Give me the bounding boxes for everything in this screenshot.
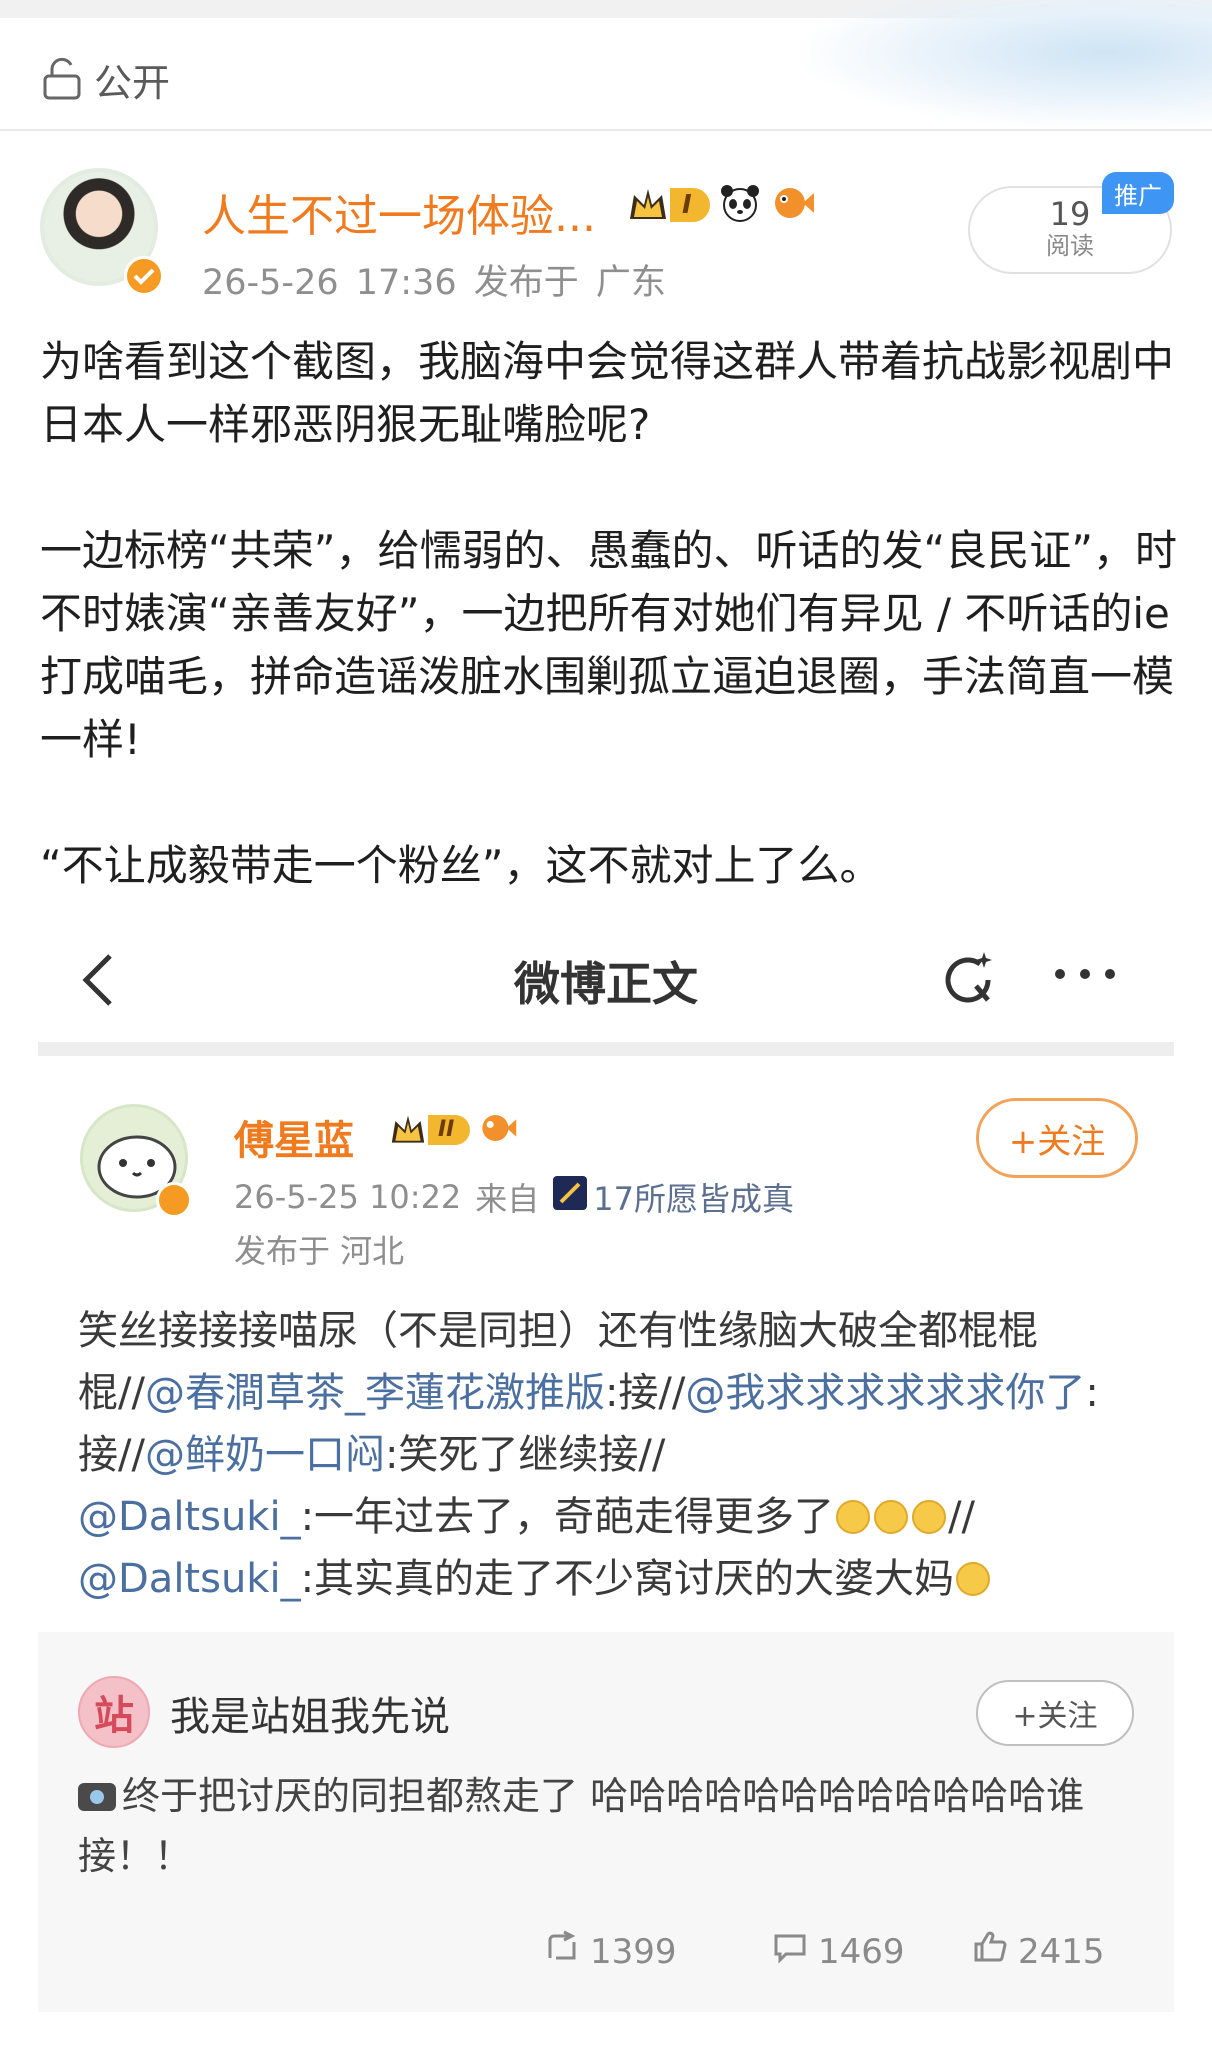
quoted-stats: 1399 1469 2415	[38, 1930, 1174, 1990]
mention-link: @Daltsuki_	[78, 1556, 301, 1602]
lock-open-icon	[42, 56, 82, 104]
more-dots-icon	[1052, 964, 1118, 988]
post-paragraph: “不让成毅带走一个粉丝”，这不就对上了么。	[40, 841, 882, 890]
crown-level-badge-icon: I	[626, 185, 710, 225]
quoted-text-content: 终于把讨厌的同担都熬走了 哈哈哈哈哈哈哈哈哈哈哈哈谁接！！	[78, 1774, 1085, 1878]
post-meta: 26-5-26 17:36 发布于 广东	[202, 254, 666, 305]
post-paragraph	[40, 456, 1180, 519]
screenshot-verified-icon	[156, 1182, 192, 1218]
screenshot-level-badge: II	[428, 1115, 471, 1145]
panda-icon	[718, 183, 762, 227]
text-segment: :其实真的走了不少窝讨厌的大婆大妈	[300, 1556, 955, 1602]
header-decoration	[792, 0, 1212, 129]
comment-stat: 1469	[772, 1930, 905, 1973]
visibility-label: 公开	[94, 61, 171, 105]
post-paragraph: 一边标榜“共荣”，给懦弱的、愚蠢的、听话的发“良民证”，时不时婊演“亲善友好”，…	[40, 526, 1178, 764]
screenshot-follow-button: +关注	[976, 1098, 1138, 1178]
text-segment: :笑死了继续接//	[384, 1432, 666, 1478]
screenshot-author-badges: II	[388, 1110, 518, 1150]
text-segment: :接//	[604, 1370, 686, 1416]
verified-badge-icon	[124, 256, 164, 296]
emoji-icon	[836, 1500, 871, 1534]
post-paragraph: 为啥看到这个截图，我脑海中会觉得这群人带着抗战影视剧中日本人一样邪恶阴狠无耻嘴脸…	[40, 337, 1175, 449]
screenshot-timestamp: 26-5-25 10:22	[234, 1178, 462, 1216]
screenshot-post-text: 笑丝接接接喵尿（不是同担）还有性缘脑大破全都棍棍棍//@春澗草茶_李蓮花激推版:…	[78, 1300, 1138, 1610]
top-bar: 公开	[0, 0, 1212, 131]
post-paragraph	[40, 771, 1180, 834]
read-label: 阅读	[1046, 232, 1094, 260]
post-timestamp: 26-5-26 17:36	[202, 263, 457, 303]
mention-link: @我求求求求求求你了	[685, 1370, 1086, 1416]
emoji-icon	[912, 1500, 947, 1534]
repost-icon	[544, 1930, 580, 1973]
screenshot-source-prefix: 来自	[475, 1180, 540, 1218]
crown-level-badge-icon: II	[388, 1112, 471, 1148]
repost-count: 1399	[590, 1931, 677, 1972]
quoted-text: 终于把讨厌的同担都熬走了 哈哈哈哈哈哈哈哈哈哈哈哈谁接！！	[78, 1766, 1138, 1886]
mention-link: @Daltsuki_	[78, 1494, 301, 1540]
visibility-setting[interactable]: 公开	[42, 52, 170, 107]
screenshot-meta: 26-5-25 10:22 来自 17所愿皆成真	[234, 1174, 794, 1220]
screenshot-author-name: 傅星蓝	[234, 1118, 354, 1164]
repost-stat: 1399	[544, 1930, 677, 1973]
screenshot-source: 17所愿皆成真	[593, 1180, 795, 1218]
refresh-icon	[936, 948, 1000, 1016]
post-body: 为啥看到这个截图，我脑海中会觉得这群人带着抗战影视剧中日本人一样邪恶阴狠无耻嘴脸…	[40, 330, 1180, 897]
quoted-author-name: 我是站姐我先说	[170, 1694, 450, 1740]
level-badge: I	[670, 188, 710, 222]
quoted-author-avatar: 站	[78, 1676, 150, 1748]
promo-tag[interactable]: 推广	[1102, 172, 1174, 214]
text-segment: //	[948, 1494, 976, 1540]
divider	[38, 1042, 1174, 1056]
comment-icon	[772, 1930, 808, 1973]
quoted-post: 站 我是站姐我先说 +关注 终于把讨厌的同担都熬走了 哈哈哈哈哈哈哈哈哈哈哈哈谁…	[38, 1632, 1174, 2012]
comment-count: 1469	[818, 1931, 905, 1972]
screenshot-nav-title: 微博正文	[514, 957, 698, 1011]
emoji-icon	[956, 1562, 991, 1596]
quoted-follow-button: +关注	[976, 1680, 1134, 1746]
like-stat: 2415	[972, 1930, 1105, 1973]
screenshot-nav-bar: 微博正文	[38, 912, 1174, 1042]
mention-link: @春澗草茶_李蓮花激推版	[144, 1370, 605, 1416]
screenshot-location: 发布于 河北	[234, 1232, 405, 1270]
mention-link: @鲜奶一口闷	[144, 1432, 385, 1478]
like-count: 2415	[1018, 1931, 1105, 1972]
emoji-icon	[874, 1500, 909, 1534]
text-segment: :一年过去了，奇葩走得更多了	[300, 1494, 835, 1540]
author-badges: I	[626, 183, 816, 227]
embedded-screenshot[interactable]: 微博正文 傅星蓝 II 26-5-25 10:22 来自 17所愿皆成真 发布于…	[38, 912, 1174, 2012]
fish-icon	[770, 183, 816, 227]
author-name[interactable]: 人生不过一场体验...	[202, 180, 596, 244]
post-location: 发布于 广东	[473, 263, 666, 303]
camera-icon	[78, 1783, 116, 1811]
thumbs-up-icon	[972, 1930, 1008, 1973]
fish-icon	[478, 1110, 518, 1150]
star-app-icon	[553, 1176, 588, 1218]
